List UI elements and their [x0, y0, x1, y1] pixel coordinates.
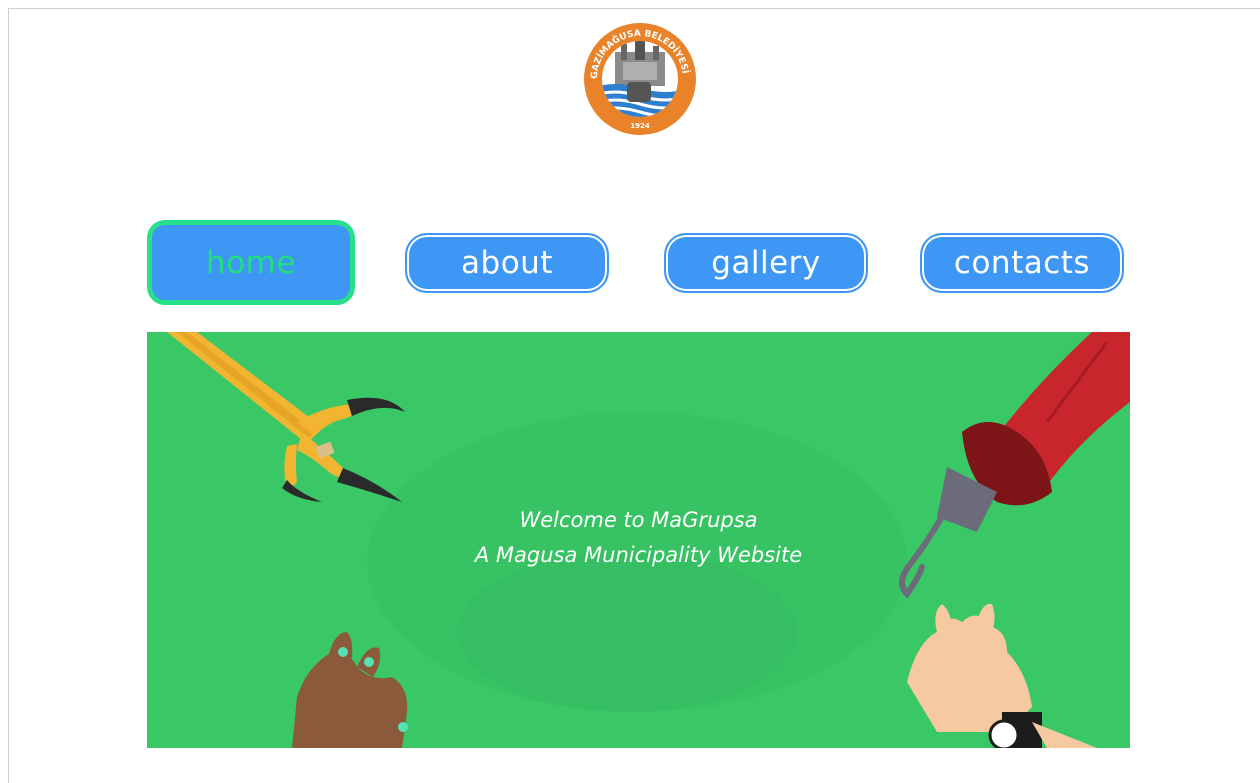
claw-illustration	[167, 332, 405, 502]
brown-hand-illustration	[292, 632, 408, 748]
nav-home-button[interactable]: home	[147, 220, 355, 305]
hero-subtitle-line: A Magusa Municipality Website	[474, 543, 803, 567]
hero-welcome-line: Welcome to MaGrupsa	[519, 508, 758, 532]
municipality-logo[interactable]: GAZİMAĞUSA BELEDİYESİ 1924	[583, 22, 697, 136]
logo-year: 1924	[630, 122, 650, 130]
nav-gallery-button[interactable]: gallery	[664, 233, 868, 293]
watch-hand-illustration	[907, 603, 1097, 748]
nav-about-button[interactable]: about	[405, 233, 609, 293]
hero-banner: Welcome to MaGrupsa A Magusa Municipalit…	[147, 332, 1130, 748]
nav-contacts-button[interactable]: contacts	[920, 233, 1124, 293]
hero-illustration	[167, 332, 1130, 748]
